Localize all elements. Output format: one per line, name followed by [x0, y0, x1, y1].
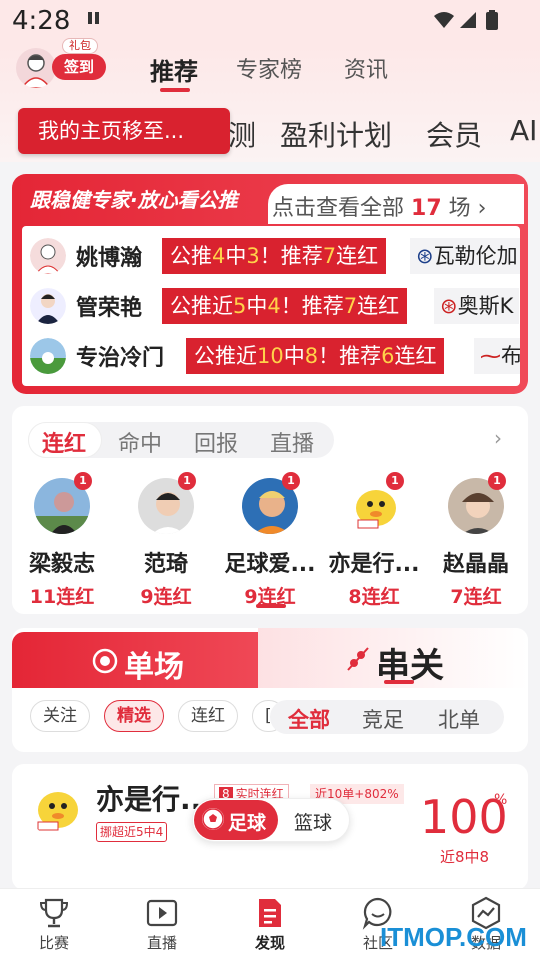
- record-tag: 公推4中3！推荐7连红: [162, 238, 387, 274]
- avatar: [30, 782, 86, 838]
- homepage-moved-tooltip[interactable]: 我的主页移至...: [18, 108, 230, 154]
- sport-basketball-button[interactable]: 篮球: [294, 808, 332, 835]
- notification-badge: 1: [488, 472, 506, 490]
- battery-icon: [486, 12, 498, 30]
- subtab-predict[interactable]: 测: [228, 114, 256, 154]
- expert-streak: 9连红: [140, 586, 192, 608]
- nav-label: 比赛: [38, 934, 69, 952]
- target-icon: [92, 648, 118, 678]
- filter-all[interactable]: 全部: [288, 704, 330, 734]
- expert-streak: 11连红: [29, 586, 95, 608]
- signin-button[interactable]: 签到: [52, 54, 106, 80]
- nav-discover[interactable]: 发现: [230, 896, 310, 953]
- chevron-right-icon[interactable]: ›: [494, 426, 502, 450]
- view-all-link[interactable]: 点击查看全部 17 场 ›: [272, 190, 486, 222]
- view-all-suffix: 场 ›: [448, 196, 487, 221]
- team-label: ⊛瓦勒伦加: [410, 238, 520, 274]
- expert-name: 范琦: [143, 552, 188, 577]
- notification-badge: 1: [282, 472, 300, 490]
- gift-tag[interactable]: 礼包: [62, 38, 98, 54]
- banner-row[interactable]: 专治冷门 公推近10中8！推荐6连红 ⁓布: [30, 332, 520, 378]
- tab-hit[interactable]: 命中: [118, 426, 162, 458]
- banner-slogan: 跟稳健专家·放心看公推: [30, 188, 238, 212]
- signal-icon: [460, 12, 476, 28]
- tab-live[interactable]: 直播: [270, 426, 314, 458]
- tab-underline: [160, 88, 190, 92]
- filter-beidan[interactable]: 北单: [438, 704, 480, 734]
- nav-label: 直播: [146, 934, 177, 952]
- expert-name: 亦是行...: [328, 552, 420, 577]
- subtab-ai[interactable]: AI: [510, 114, 537, 147]
- wifi-icon: [434, 12, 454, 28]
- tab-news[interactable]: 资讯: [344, 52, 388, 84]
- sim-icon: [88, 12, 92, 24]
- expert-name: 梁毅志: [28, 552, 95, 577]
- hit-record: 近8中8: [440, 848, 490, 866]
- football-label: 足球: [228, 812, 267, 834]
- parlay-underline: [384, 680, 414, 684]
- system-icons: [432, 10, 502, 36]
- nav-live[interactable]: 直播: [122, 896, 202, 953]
- notification-badge: 1: [386, 472, 404, 490]
- view-all-count: 17: [411, 196, 442, 221]
- record-tag: 公推近10中8！推荐6连红: [186, 338, 445, 374]
- expert-name: 管荣艳: [76, 296, 143, 321]
- hit-rate-unit: %: [494, 792, 508, 808]
- notification-badge: 1: [178, 472, 196, 490]
- avatar: [30, 288, 66, 324]
- single-label: 单场: [124, 650, 184, 685]
- user-avatar[interactable]: [16, 48, 56, 88]
- chip-follow[interactable]: 关注: [30, 700, 90, 732]
- nav-matches[interactable]: 比赛: [14, 896, 94, 953]
- tab-return[interactable]: 回报: [194, 426, 238, 458]
- expert-streak: 8连红: [348, 586, 400, 608]
- subtab-member[interactable]: 会员: [426, 114, 482, 154]
- tab-recommend[interactable]: 推荐: [150, 52, 198, 87]
- record-tag: 公推近5中4！推荐7连红: [162, 288, 408, 324]
- avatar: [30, 338, 66, 374]
- skewer-icon: [346, 646, 370, 676]
- team-label: ⊛奥斯K: [434, 288, 520, 324]
- watermark: ITMOP.COM: [380, 922, 527, 952]
- subtab-profit-plan[interactable]: 盈利计划: [280, 114, 392, 154]
- status-time: 4:28: [12, 6, 71, 36]
- play-icon: [146, 899, 178, 927]
- team-label: ⁓布: [474, 338, 520, 374]
- expert-name: 姚博瀚: [76, 246, 143, 271]
- expert-streak: 7连红: [450, 586, 502, 608]
- banner-row[interactable]: 姚博瀚 公推4中3！推荐7连红 ⊛瓦勒伦加: [30, 232, 520, 278]
- league-record-tag: 挪超近5中4: [96, 822, 168, 842]
- nav-label: 发现: [254, 934, 285, 952]
- filter-jingzu[interactable]: 竞足: [362, 704, 404, 734]
- expert-name: 专治冷门: [76, 346, 165, 371]
- avatar: [30, 238, 66, 274]
- expert-name: 足球爱...: [224, 552, 316, 577]
- chip-featured[interactable]: 精选: [104, 700, 164, 732]
- view-all-prefix: 点击查看全部: [272, 196, 405, 221]
- trophy-icon: [39, 898, 69, 928]
- chip-streak[interactable]: 连红: [178, 700, 238, 732]
- scroll-indicator: [256, 604, 286, 608]
- tab-streak[interactable]: 连红: [42, 426, 86, 458]
- football-icon: [202, 808, 224, 830]
- expert-name: 亦是行..: [96, 783, 202, 816]
- expert-name: 赵晶晶: [442, 552, 509, 577]
- discover-icon: [259, 899, 281, 927]
- banner-row[interactable]: 管荣艳 公推近5中4！推荐7连红 ⊛奥斯K: [30, 282, 520, 328]
- tab-expert-rank[interactable]: 专家榜: [236, 52, 302, 84]
- notification-badge: 1: [74, 472, 92, 490]
